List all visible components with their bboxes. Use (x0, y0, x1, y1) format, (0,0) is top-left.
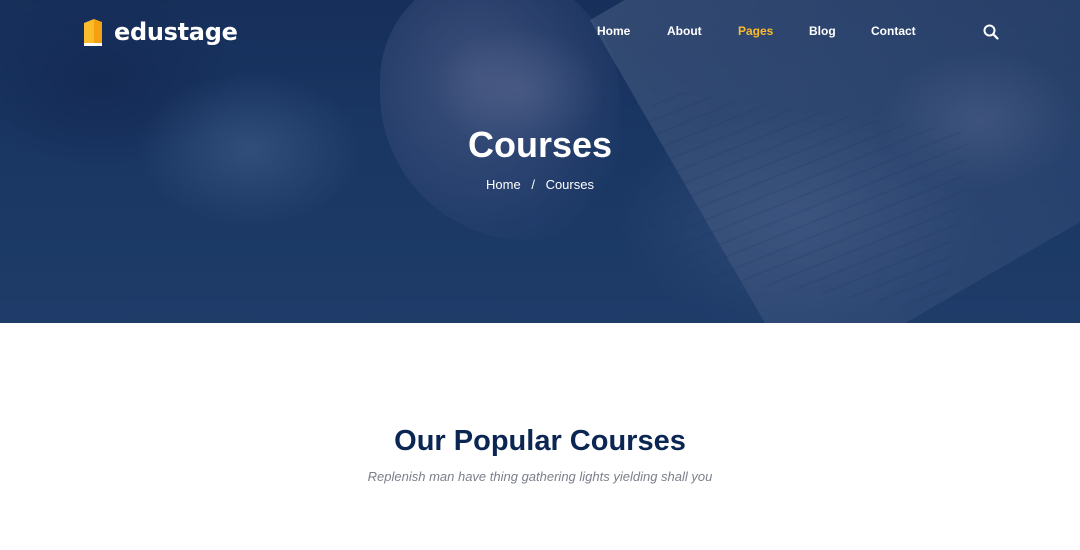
breadcrumb-current: Courses (545, 177, 594, 192)
section-title: Our Popular Courses (394, 425, 686, 457)
nav-item-home[interactable]: Home (597, 24, 630, 38)
page-title: Courses (467, 124, 613, 165)
breadcrumb-home-link[interactable]: Home (486, 177, 521, 192)
search-icon[interactable] (982, 23, 1000, 41)
nav-item-about[interactable]: About (667, 24, 702, 38)
breadcrumb: Home / Courses (0, 177, 1080, 192)
hero-banner: edustage Home About Pages Blog Contact C… (0, 0, 1080, 323)
nav-menu: Home About Pages Blog Contact (0, 24, 1080, 42)
nav-item-contact[interactable]: Contact (871, 24, 916, 38)
nav-item-blog[interactable]: Blog (809, 24, 836, 38)
breadcrumb-separator: / (531, 177, 535, 192)
hero-content: Courses Home / Courses (0, 122, 1080, 192)
nav-item-pages[interactable]: Pages (738, 24, 773, 38)
section-subtitle: Replenish man have thing gathering light… (367, 469, 713, 484)
popular-courses-section: Our Popular Courses Replenish man have t… (0, 323, 1080, 550)
main-navbar: edustage Home About Pages Blog Contact (0, 0, 1080, 66)
